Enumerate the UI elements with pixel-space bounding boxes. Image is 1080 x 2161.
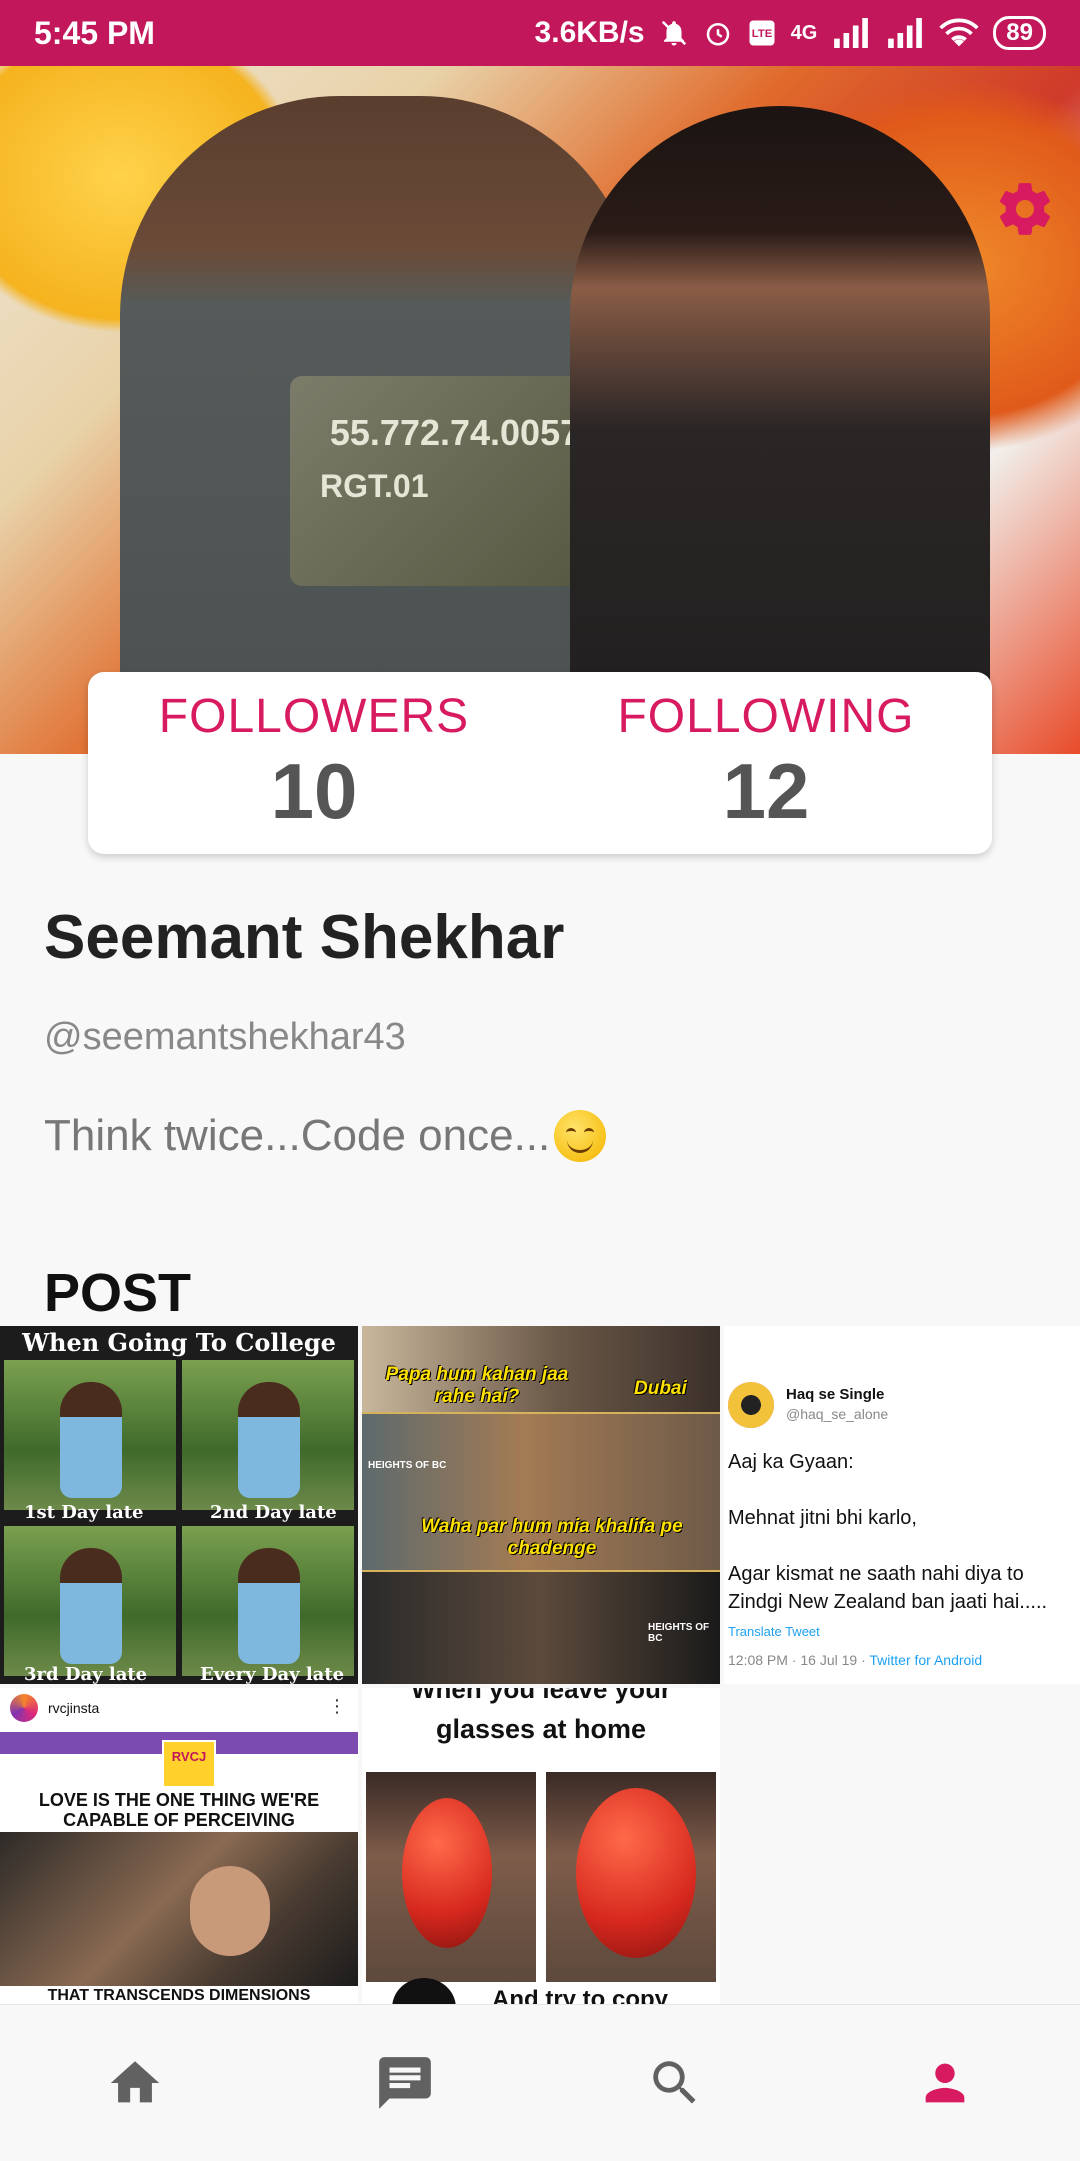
search-icon: [653, 2061, 696, 2104]
post1-panel: [4, 1526, 176, 1676]
translate-tweet-link: Translate Tweet: [728, 1624, 820, 1639]
posts-grid: When Going To College 1st Day late 2nd D…: [0, 1326, 1080, 2006]
posts-section-title: POST: [44, 1263, 192, 1323]
post4-quote: LOVE IS THE ONE THING WE'RE CAPABLE OF P…: [38, 1790, 320, 1830]
following-stat[interactable]: FOLLOWING 12: [540, 672, 992, 854]
post1-caption: When Going To College: [22, 1328, 336, 1357]
settings-gear-icon[interactable]: [994, 178, 1056, 240]
followers-label: FOLLOWERS: [158, 690, 470, 743]
network-type: 4G: [790, 21, 818, 44]
nav-profile[interactable]: [885, 2023, 1005, 2143]
bio-text: Think twice...Code once...: [44, 1111, 551, 1160]
profile-handle: @seemantshekhar43: [44, 1016, 406, 1058]
post4-footer: THAT TRANSCENDS DIMENSIONS: [0, 1986, 358, 2006]
signal-icon-2: [885, 18, 925, 48]
nav-chat[interactable]: [345, 2023, 465, 2143]
mute-icon: [659, 18, 689, 48]
post-thumbnail[interactable]: When Going To College 1st Day late 2nd D…: [0, 1326, 358, 1684]
post1-label: 1st Day late: [24, 1502, 144, 1523]
signal-icon: [831, 18, 871, 48]
profile-bio: Think twice...Code once...: [44, 1110, 607, 1162]
post1-label: 3rd Day late: [24, 1664, 148, 1684]
post2-watermark: HEIGHTS OF BC: [368, 1460, 447, 1471]
post1-panel: [4, 1360, 176, 1510]
post4-header: rvcjinsta: [0, 1688, 358, 1728]
tweet-meta: 12:08 PM · 16 Jul 19 · Twitter for Andro…: [728, 1652, 982, 1668]
post4-avatar: [10, 1694, 38, 1722]
post1-label: Every Day late: [200, 1664, 345, 1684]
post1-label: 2nd Day late: [210, 1502, 337, 1523]
tweet-author-handle: @haq_se_alone: [786, 1406, 889, 1422]
volte-icon: LTE: [747, 18, 777, 48]
svg-text:LTE: LTE: [751, 28, 772, 40]
status-bar: 5:45 PM 3.6KB/s LTE 4G 89: [0, 0, 1080, 66]
home-icon: [110, 2061, 160, 2103]
post-thumbnail[interactable]: Haq se Single @haq_se_alone Aaj ka Gyaan…: [724, 1326, 1080, 1684]
profile-icon: [925, 2063, 965, 2103]
post4-photo: [0, 1832, 358, 1990]
status-icons: 3.6KB/s LTE 4G 89: [535, 16, 1046, 50]
profile-name: Seemant Shekhar: [44, 903, 565, 972]
post5-caption-top: When you leave your: [410, 1688, 672, 1704]
followers-count: 10: [270, 747, 358, 835]
post1-panel: [182, 1360, 354, 1510]
post-thumbnail[interactable]: rvcjinsta ⋮ RVCJ LOVE IS THE ONE THING W…: [0, 1688, 358, 2006]
post4-logo: RVCJ: [162, 1740, 216, 1788]
bottom-navigation: [0, 2004, 1080, 2161]
post5-caption: glasses at home: [435, 1714, 647, 1744]
tweet-author-name: Haq se Single: [786, 1386, 885, 1403]
post5-statue: [576, 1788, 696, 1958]
status-time: 5:45 PM: [34, 14, 155, 51]
post2-text: Waha par hum mia khalifa pe chadenge: [421, 1516, 683, 1559]
tweet-time: 12:08 PM · 16 Jul 19 ·: [728, 1652, 870, 1668]
post2-text: Papa hum kahan jaa rahe hai?: [385, 1364, 569, 1407]
followers-stat[interactable]: FOLLOWERS 10: [88, 672, 540, 854]
chat-icon: [379, 2057, 431, 2109]
tweet-avatar: [728, 1382, 774, 1428]
post2-watermark: HEIGHTS OF BC: [648, 1622, 710, 1644]
nav-search[interactable]: [615, 2023, 735, 2143]
cover-photo: 55.772.74.0057 RGT.01: [0, 66, 1080, 754]
following-count: 12: [722, 747, 810, 835]
battery-indicator: 89: [993, 16, 1046, 50]
tweet-body: Aaj ka Gyaan: Mehnat jitni bhi karlo, Ag…: [728, 1451, 1048, 1613]
follow-stats-card: FOLLOWERS 10 FOLLOWING 12: [88, 672, 992, 854]
post1-panel: [182, 1526, 354, 1676]
cover-person-right: [570, 106, 990, 754]
nav-home[interactable]: [75, 2023, 195, 2143]
tweet-source: Twitter for Android: [869, 1652, 983, 1668]
network-speed: 3.6KB/s: [534, 16, 645, 49]
post-thumbnail[interactable]: Papa hum kahan jaa rahe hai? Dubai Waha …: [362, 1326, 720, 1684]
smiling-face-icon: [554, 1110, 607, 1162]
post5-sketch: [392, 1978, 456, 2006]
wifi-icon: [939, 18, 979, 48]
post-thumbnail[interactable]: When you leave your glasses at home And …: [362, 1688, 720, 2006]
alarm-icon: [703, 18, 733, 48]
post4-username: rvcjinsta: [48, 1700, 100, 1716]
post2-text: Dubai: [634, 1378, 687, 1399]
post5-statue: [402, 1798, 492, 1948]
post5-caption-bottom: And try to copy: [492, 1986, 669, 2006]
more-options-icon: ⋮: [328, 1696, 346, 1716]
following-label: FOLLOWING: [617, 690, 915, 743]
